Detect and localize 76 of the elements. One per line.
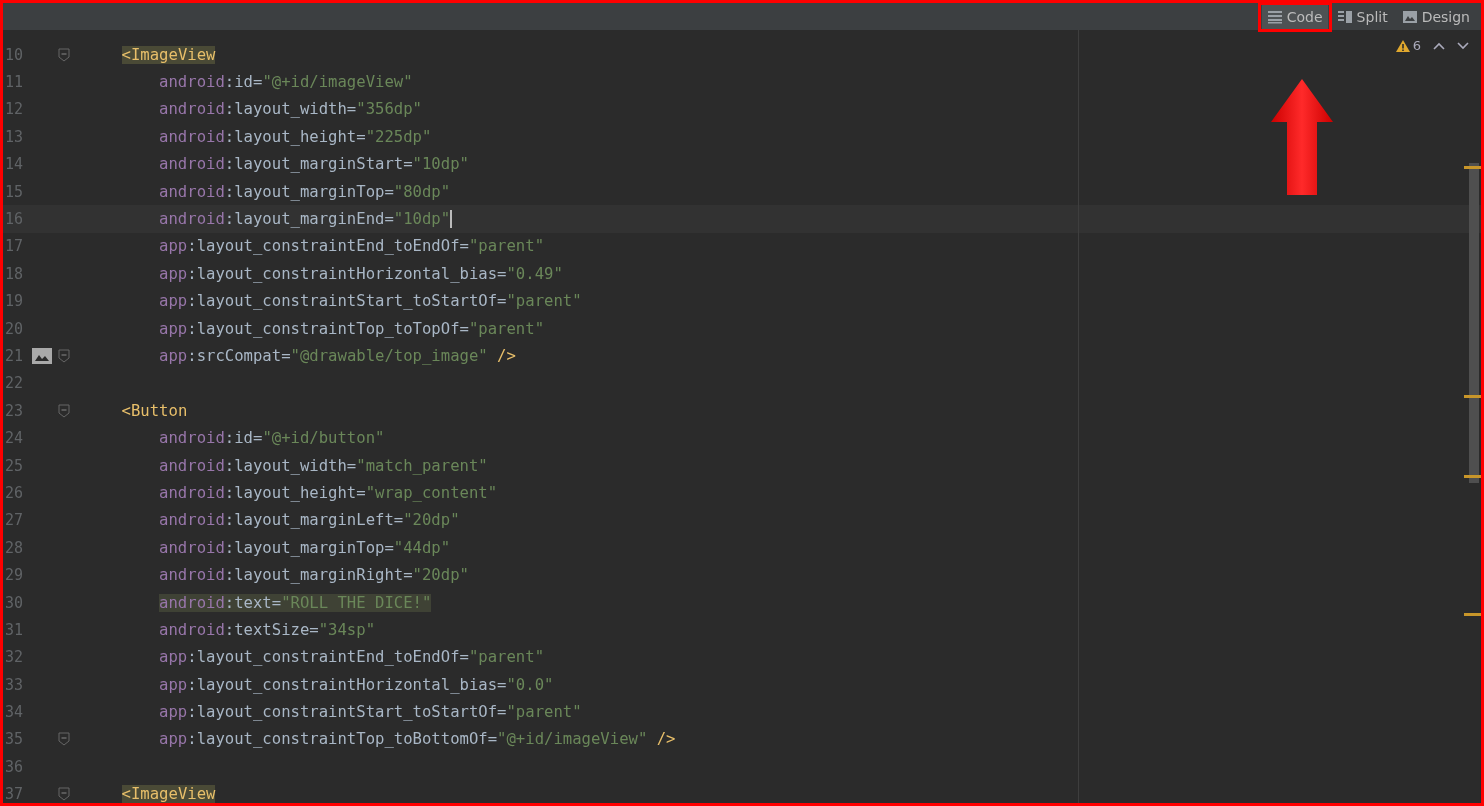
line-number: 12: [4, 100, 25, 119]
warning-marker: [1464, 475, 1481, 478]
chevron-up-icon[interactable]: [1433, 41, 1445, 50]
line-number: 36: [4, 757, 25, 776]
fold-icon[interactable]: [58, 403, 70, 418]
code-text: app:layout_constraintHorizontal_bias="0.0": [159, 675, 554, 694]
lines-icon: [1266, 9, 1283, 24]
code-text: android:layout_height="225dp": [159, 127, 432, 146]
code-text: <ImageView: [121, 785, 216, 803]
line-number: 15: [4, 182, 25, 201]
line-number: 23: [4, 401, 25, 420]
line-number: 35: [4, 730, 25, 749]
image-icon: [1401, 9, 1418, 24]
image-icon[interactable]: [32, 348, 52, 364]
fold-icon[interactable]: [58, 787, 70, 802]
line-number: 24: [4, 429, 25, 448]
code-text: android:layout_marginTop="44dp": [159, 538, 451, 557]
line-number: 30: [4, 593, 25, 612]
code-text: <ImageView: [121, 45, 216, 64]
line-number: 18: [4, 264, 25, 283]
code-text: app:layout_constraintEnd_toEndOf="parent": [159, 237, 545, 256]
code-text: android:textSize="34sp": [159, 620, 376, 639]
line-number: 19: [4, 292, 25, 311]
code-text: <Button: [121, 401, 188, 420]
code-text: app:layout_constraintStart_toStartOf="parent": [159, 703, 582, 722]
code-text: android:layout_marginStart="10dp": [159, 155, 469, 174]
line-number: 20: [4, 319, 25, 338]
warning-icon: [1394, 38, 1411, 53]
fold-icon[interactable]: [58, 47, 70, 62]
code-text: app:layout_constraintStart_toStartOf="parent": [159, 292, 582, 311]
line-number: 21: [4, 347, 25, 365]
warnings-indicator[interactable]: 6: [1394, 38, 1421, 53]
text-cursor: [450, 210, 453, 229]
line-number: 22: [4, 374, 25, 393]
warning-count: 6: [1412, 38, 1421, 53]
line-number: 31: [4, 620, 25, 639]
line-number: 33: [4, 675, 25, 694]
view-mode-tab[interactable]: Design: [1396, 4, 1475, 29]
line-number: 29: [4, 566, 25, 585]
code-text: app:layout_constraintHorizontal_bias="0.49": [159, 264, 563, 283]
code-text: android:layout_marginRight="20dp": [159, 566, 469, 585]
code-text: app:srcCompat="@drawable/top_image" />: [159, 347, 516, 365]
line-number: 13: [4, 127, 25, 146]
line-number: 34: [4, 703, 25, 722]
code-text: android:layout_width="356dp": [159, 100, 422, 119]
line-number: 32: [4, 648, 25, 667]
line-number: 27: [4, 511, 25, 530]
scrollbar[interactable]: [1469, 163, 1479, 483]
warning-marker: [1464, 166, 1481, 169]
line-number: 10: [4, 45, 25, 64]
fold-icon[interactable]: [58, 732, 70, 747]
code-text: android:layout_marginTop="80dp": [159, 182, 451, 201]
code-text: android:layout_height="wrap_content": [159, 483, 498, 502]
view-mode-tab[interactable]: Code: [1261, 4, 1328, 29]
line-number: 11: [4, 73, 25, 92]
line-number: 26: [4, 483, 25, 502]
code-text: android:layout_width="match_parent": [159, 456, 488, 475]
code-text: app:layout_constraintEnd_toEndOf="parent": [159, 648, 545, 667]
chevron-down-icon[interactable]: [1457, 41, 1469, 50]
line-number: 17: [4, 237, 25, 256]
warning-marker: [1464, 613, 1481, 616]
line-number: 28: [4, 538, 25, 557]
line-number: 25: [4, 456, 25, 475]
code-text: android:text="ROLL THE DICE!": [159, 593, 432, 612]
split-view-icon: [1336, 9, 1353, 24]
code-text: android:layout_marginLeft="20dp": [159, 511, 460, 530]
code-text: app:layout_constraintTop_toBottomOf="@+id/imageView" />: [159, 730, 676, 749]
fold-icon[interactable]: [58, 349, 70, 363]
line-number: 14: [4, 155, 25, 174]
code-text: app:layout_constraintTop_toTopOf="parent": [159, 319, 545, 338]
code-text: android:id="@+id/button": [159, 429, 385, 448]
code-text: android:layout_marginEnd="10dp": [159, 210, 451, 229]
code-text: android:id="@+id/imageView": [159, 73, 413, 92]
warning-marker: [1464, 395, 1481, 398]
view-mode-tab[interactable]: Split: [1331, 4, 1393, 29]
line-number: 37: [4, 785, 25, 803]
